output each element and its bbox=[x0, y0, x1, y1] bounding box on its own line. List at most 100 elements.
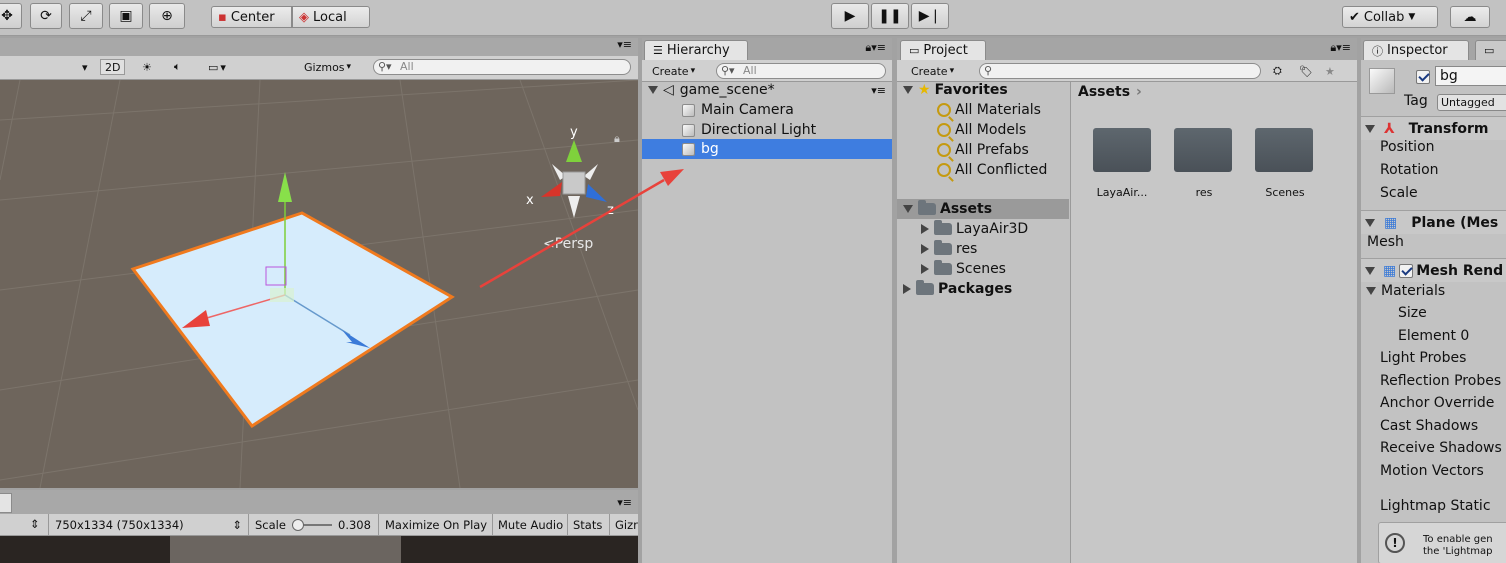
gizmos-dropdown[interactable]: Gizmos ▾ bbox=[300, 59, 355, 75]
project-create-dropdown[interactable]: Create ▾ bbox=[907, 63, 958, 79]
hierarchy-toolbar: Create ▾ ⚲▾ All bbox=[642, 60, 892, 82]
tab-hierarchy[interactable]: ☰ Hierarchy bbox=[644, 40, 748, 60]
favorite-item-all-conflicted[interactable]: All Conflicted bbox=[897, 160, 1069, 180]
favorite-button[interactable]: ★ bbox=[1321, 63, 1339, 79]
object-name-field[interactable]: bg bbox=[1435, 66, 1506, 86]
lighting-toggle[interactable]: ☀ bbox=[138, 59, 156, 75]
hierarchy-panel: ☰ Hierarchy 🔒︎▾≡ Create ▾ ⚲▾ All ◁ game_sce… bbox=[642, 38, 892, 563]
cloud-icon: ☁ bbox=[1463, 9, 1477, 25]
lock-icon[interactable]: 🔒︎ bbox=[614, 132, 620, 145]
mute-audio-toggle[interactable]: Mute Audio bbox=[492, 514, 563, 536]
folder-icon bbox=[934, 260, 952, 275]
asset-breadcrumb[interactable]: Assets › bbox=[1078, 82, 1142, 102]
asset-folder-res[interactable] bbox=[1174, 122, 1234, 172]
large-folder-icon bbox=[1255, 128, 1313, 172]
pivot-center-button[interactable]: ▪ Center bbox=[211, 6, 292, 28]
asset-folder-layaair[interactable] bbox=[1093, 122, 1153, 172]
game-panel-menu-icon[interactable]: ▾≡ bbox=[617, 496, 632, 509]
scale-tool-button[interactable]: ⤢ bbox=[69, 3, 103, 29]
collab-dropdown[interactable]: ✔ Collab ▼ bbox=[1342, 6, 1438, 28]
hierarchy-search-input[interactable]: ⚲▾ All bbox=[716, 63, 886, 79]
filter-label-button[interactable]: 🏷︎ bbox=[1295, 63, 1317, 79]
panel-menu-icon[interactable]: ▾≡ bbox=[617, 38, 632, 51]
chevron-right-icon: › bbox=[1136, 84, 1142, 100]
draw-mode-dropdown[interactable]: ▾ bbox=[78, 59, 92, 75]
play-icon: ▶ bbox=[844, 8, 856, 24]
scene-search-input[interactable]: ⚲▾ All bbox=[373, 59, 631, 75]
transform-icon: ⅄ bbox=[1384, 120, 1395, 137]
display-dropdown[interactable]: ⇕ bbox=[30, 517, 40, 531]
assets-child-layaair3d[interactable]: LayaAir3D bbox=[897, 219, 1069, 239]
audio-toggle[interactable]: 🔈︎ bbox=[170, 59, 185, 75]
scale-slider-handle[interactable] bbox=[292, 519, 304, 531]
transform-tool-button[interactable]: ⊕ bbox=[149, 3, 185, 29]
project-menu-icon[interactable]: 🔒︎▾≡ bbox=[1330, 41, 1351, 55]
inspector-panel: ⓘ Inspector ▭ bg Tag Untagged ⅄ Transform … bbox=[1361, 38, 1506, 563]
tab-inspector[interactable]: ⓘ Inspector bbox=[1363, 40, 1469, 60]
game-render-area bbox=[170, 536, 401, 563]
play-button[interactable]: ▶ bbox=[831, 3, 869, 29]
scene-panel: ▾≡ ▾ 2D ☀ 🔈︎ ▭ ▾ Gizmos ▾ ⚲▾ All y x z 🔒… bbox=[0, 38, 638, 488]
large-folder-icon bbox=[1174, 128, 1232, 172]
packages-row[interactable]: Packages bbox=[897, 279, 1069, 299]
tag-dropdown[interactable]: Untagged bbox=[1437, 94, 1506, 111]
axis-label-x: x bbox=[526, 193, 534, 208]
assets-child-res[interactable]: res bbox=[897, 239, 1069, 259]
search-filter-icon bbox=[937, 123, 951, 137]
cloud-button[interactable]: ☁ bbox=[1450, 6, 1490, 28]
step-icon: ▶❘ bbox=[918, 8, 942, 24]
hierarchy-menu-icon[interactable]: 🔒︎▾≡ bbox=[865, 41, 886, 55]
field-lightmap-static: Lightmap Static bbox=[1380, 498, 1491, 514]
tab-lighting[interactable]: ▭ bbox=[1475, 40, 1506, 60]
gameobject-cube-icon bbox=[1369, 68, 1395, 94]
pause-button[interactable]: ❚❚ bbox=[871, 3, 909, 29]
dropdown-arrow-icon: ▼ bbox=[1408, 12, 1416, 22]
project-search-input[interactable]: ⚲ bbox=[979, 63, 1261, 79]
resolution-dropdown[interactable]: 750x1334 (750x1334) ⇕ bbox=[48, 514, 248, 536]
assets-row[interactable]: Assets bbox=[897, 199, 1069, 219]
search-icon: ⚲▾ bbox=[378, 60, 392, 73]
hierarchy-create-dropdown[interactable]: Create ▾ bbox=[648, 63, 699, 79]
hierarchy-item-directional-light[interactable]: Directional Light bbox=[642, 120, 892, 140]
favorites-row[interactable]: ★ Favorites bbox=[897, 80, 1069, 100]
game-tab[interactable] bbox=[0, 493, 12, 513]
game-gizmos-toggle[interactable]: Gizr bbox=[609, 514, 638, 536]
gameobject-icon bbox=[682, 142, 695, 156]
tab-project[interactable]: ▭ Project bbox=[900, 40, 986, 60]
effects-toggle[interactable]: ▭ ▾ bbox=[204, 59, 230, 75]
move-tool-button[interactable]: ✥ bbox=[0, 3, 22, 29]
favorite-item-all-models[interactable]: All Models bbox=[897, 120, 1069, 140]
field-rotation: Rotation bbox=[1380, 162, 1439, 178]
speaker-icon: 🔈︎ bbox=[174, 60, 181, 73]
rotate-tool-button[interactable]: ⟳ bbox=[30, 3, 62, 29]
perspective-label[interactable]: <Persp bbox=[543, 236, 593, 252]
scene-viewport[interactable]: y x z 🔒︎ <Persp bbox=[0, 80, 638, 488]
maximize-on-play-toggle[interactable]: Maximize On Play bbox=[378, 514, 487, 536]
mesh-renderer-component-header[interactable]: ▦ Mesh Rend bbox=[1361, 258, 1506, 282]
transform-icon: ⊕ bbox=[161, 8, 173, 24]
scene-menu-icon[interactable]: ▾≡ bbox=[871, 84, 886, 97]
step-button[interactable]: ▶❘ bbox=[911, 3, 949, 29]
active-checkbox[interactable] bbox=[1416, 70, 1430, 84]
search-icon: ⚲▾ bbox=[721, 64, 735, 77]
pause-icon: ❚❚ bbox=[878, 8, 902, 24]
hierarchy-item-bg[interactable]: bg bbox=[642, 139, 892, 159]
folder-tab-icon: ▭ bbox=[909, 44, 920, 57]
asset-folder-scenes[interactable] bbox=[1255, 122, 1315, 172]
pivot-local-button[interactable]: ◈ Local bbox=[292, 6, 370, 28]
gizmo-plane-handle-2[interactable] bbox=[270, 288, 294, 302]
rect-tool-button[interactable]: ▣ bbox=[109, 3, 143, 29]
filter-type-button[interactable]: ⛭ bbox=[1269, 63, 1286, 79]
field-element-0: Element 0 bbox=[1398, 328, 1470, 344]
hierarchy-item-main-camera[interactable]: Main Camera bbox=[642, 100, 892, 120]
scene-root-row[interactable]: ◁ game_scene* ▾≡ bbox=[642, 80, 892, 100]
assets-child-scenes[interactable]: Scenes bbox=[897, 259, 1069, 279]
mode-2d-toggle[interactable]: 2D bbox=[100, 59, 126, 75]
favorite-item-all-materials[interactable]: All Materials bbox=[897, 100, 1069, 120]
mesh-filter-component-header[interactable]: ▦ Plane (Mes bbox=[1361, 210, 1506, 234]
stats-toggle[interactable]: Stats bbox=[567, 514, 602, 536]
renderer-enabled-checkbox[interactable] bbox=[1399, 263, 1414, 278]
favorite-item-all-prefabs[interactable]: All Prefabs bbox=[897, 140, 1069, 160]
info-text-line-2: the 'Lightmap bbox=[1423, 546, 1493, 557]
materials-foldout[interactable]: Materials bbox=[1361, 281, 1445, 301]
